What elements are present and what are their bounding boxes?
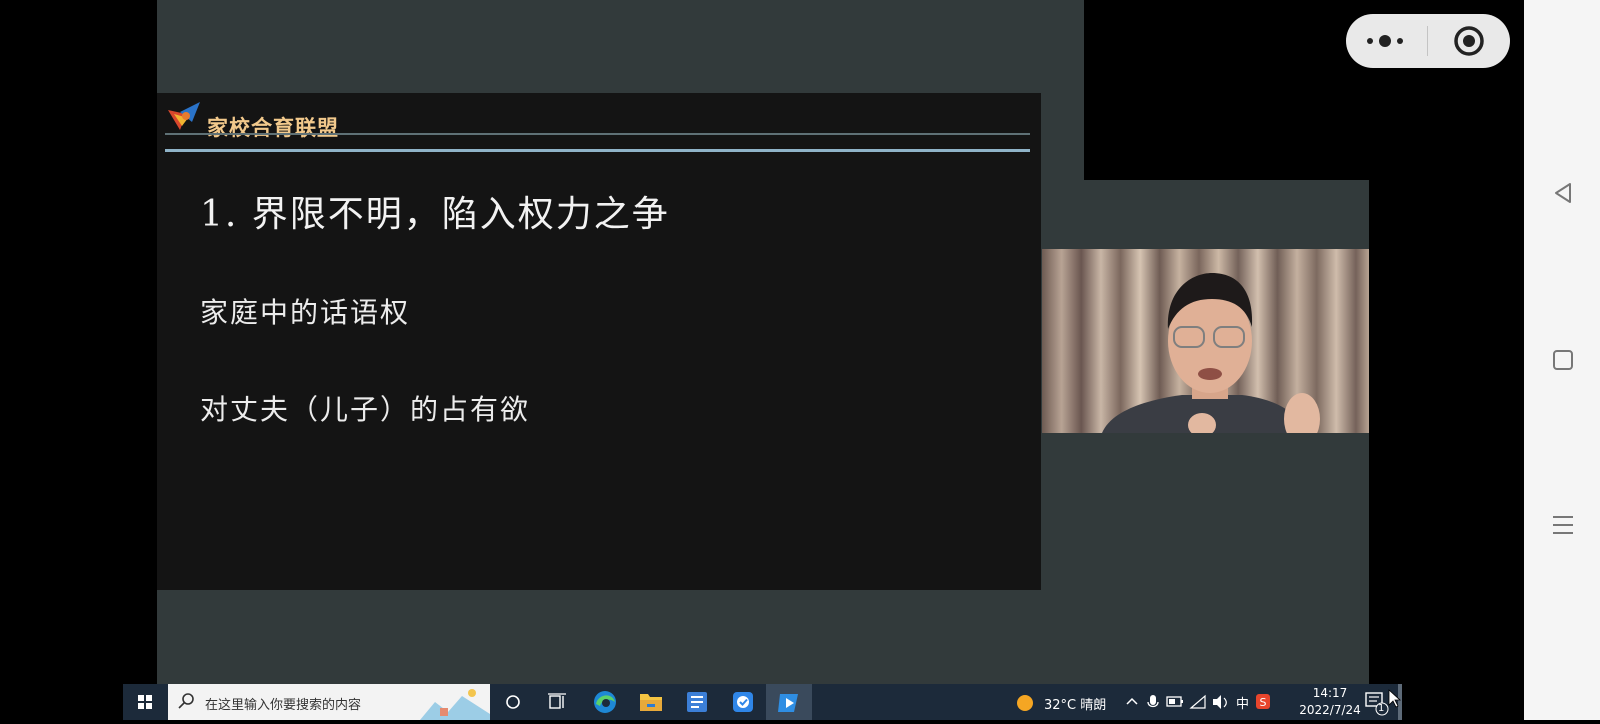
home-square-icon[interactable] xyxy=(1552,349,1574,371)
weather-sun-icon xyxy=(1017,695,1033,711)
slide-divider-line xyxy=(165,133,1030,135)
system-tray: 中 S xyxy=(1122,684,1272,720)
battery-icon[interactable] xyxy=(1164,684,1186,720)
task-view-icon[interactable] xyxy=(538,684,576,720)
notification-count: 1 xyxy=(1378,703,1385,714)
presenter-figure xyxy=(1102,273,1320,433)
presenter-webcam xyxy=(1042,249,1369,433)
slide-logo-text: 家校合育联盟 xyxy=(207,115,339,140)
edge-icon[interactable] xyxy=(586,684,624,720)
more-dots-icon xyxy=(1367,35,1403,47)
search-placeholder: 在这里输入你要搜索的内容 xyxy=(205,698,362,713)
windows-start-icon xyxy=(138,695,152,709)
search-icon xyxy=(178,693,194,709)
slide-bullet: 对丈夫（儿子）的占有欲 xyxy=(200,393,531,426)
volume-icon[interactable] xyxy=(1210,684,1232,720)
logo-bird-icon xyxy=(168,102,200,130)
cortana-icon[interactable] xyxy=(494,684,532,720)
weather-text[interactable]: 32°C 晴朗 xyxy=(1044,694,1106,713)
document-app-icon[interactable] xyxy=(678,684,716,720)
menu-lines-icon[interactable] xyxy=(1551,513,1575,537)
chevron-up-icon[interactable] xyxy=(1122,684,1142,720)
svg-text:S: S xyxy=(1260,696,1267,709)
clock-time[interactable]: 14:17 xyxy=(1304,686,1356,700)
slide-title: 1. 界限不明，陷入权力之争 xyxy=(200,194,670,235)
search-highlight-illustration xyxy=(420,689,490,720)
microphone-icon[interactable] xyxy=(1144,684,1162,720)
back-triangle-icon[interactable] xyxy=(1551,181,1575,205)
mouse-cursor-icon xyxy=(1388,689,1402,708)
more-button[interactable] xyxy=(1346,14,1428,68)
sogou-ime-icon[interactable]: S xyxy=(1254,684,1272,720)
wifi-icon[interactable] xyxy=(1188,684,1208,720)
ime-indicator[interactable]: 中 xyxy=(1236,693,1249,712)
close-button[interactable] xyxy=(1428,14,1510,68)
slide-bullet: 家庭中的话语权 xyxy=(200,296,411,329)
file-explorer-icon[interactable] xyxy=(632,684,670,720)
target-close-icon xyxy=(1454,26,1484,56)
media-player-icon[interactable] xyxy=(770,684,808,720)
start-button[interactable] xyxy=(123,684,167,720)
presentation-slide xyxy=(157,93,1041,590)
clock-date[interactable]: 2022/7/24 xyxy=(1290,703,1370,717)
slide-divider-line-accent xyxy=(165,149,1030,152)
checkbox-app-icon[interactable] xyxy=(724,684,762,720)
